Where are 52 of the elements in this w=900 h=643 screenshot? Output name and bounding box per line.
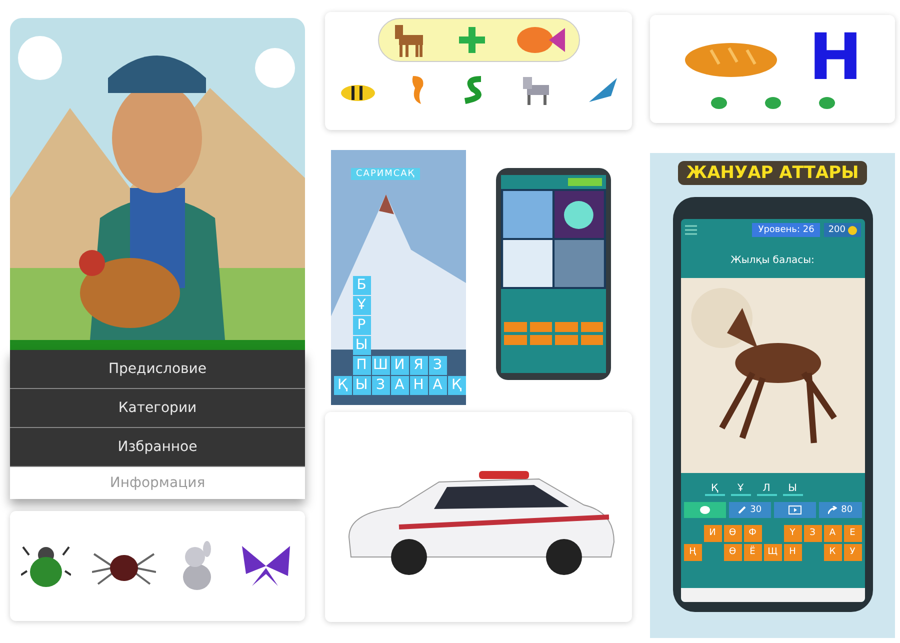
- keyboard-key[interactable]: Щ: [764, 544, 782, 561]
- keyboard-key[interactable]: А: [824, 525, 842, 542]
- arrow-icon: [828, 506, 838, 514]
- keyboard-key[interactable]: Ө: [724, 544, 742, 561]
- keyboard-key[interactable]: [530, 322, 552, 332]
- keyboard-key[interactable]: [580, 322, 603, 332]
- menu-item[interactable]: Избранное: [10, 428, 305, 467]
- keyboard-key[interactable]: Ң: [684, 544, 702, 561]
- chat-button[interactable]: [684, 502, 726, 518]
- keyboard-key[interactable]: Е: [844, 525, 862, 542]
- keyboard-key[interactable]: Н: [784, 544, 802, 561]
- answer-slot: Ұ: [730, 483, 750, 496]
- keyboard-key[interactable]: З: [804, 525, 822, 542]
- answer-button[interactable]: [764, 97, 780, 109]
- skip-button[interactable]: 80: [819, 502, 862, 518]
- keyboard-key[interactable]: [530, 335, 552, 345]
- keyboard-key[interactable]: [504, 322, 526, 332]
- keyboard-key[interactable]: [580, 335, 603, 345]
- clue-word: САРИМСАҚ: [351, 168, 420, 180]
- video-button[interactable]: [774, 502, 816, 518]
- answer-slot: Қ: [704, 483, 724, 496]
- plus-icon: [456, 25, 486, 55]
- keyboard-key[interactable]: Ф: [744, 525, 762, 542]
- menu-icon[interactable]: [684, 225, 696, 235]
- keyboard-key[interactable]: Ү: [784, 525, 802, 542]
- keyboard-key[interactable]: У: [844, 544, 862, 561]
- keyboard-key[interactable]: Ө: [724, 525, 742, 542]
- keyboard-key[interactable]: [555, 322, 578, 332]
- menu-item[interactable]: Категории: [10, 389, 305, 428]
- answer-slot: Ы: [782, 483, 802, 496]
- answer-button[interactable]: [710, 97, 726, 109]
- coin-counter: 200: [824, 223, 860, 237]
- tv-icon: [788, 505, 802, 515]
- app-title: ЖАНУАР АТТАРЫ: [678, 161, 867, 185]
- keyboard-key[interactable]: И: [704, 525, 722, 542]
- level-badge: Уровень: 26: [752, 223, 820, 237]
- answer-slot: Л: [756, 483, 776, 496]
- keyboard-key[interactable]: [555, 335, 578, 345]
- coin-icon: [848, 226, 856, 234]
- chat-icon: [700, 506, 710, 514]
- fish-icon: [514, 24, 564, 56]
- menu-item[interactable]: Информация: [10, 467, 305, 499]
- menu-item[interactable]: Предисловие: [10, 350, 305, 389]
- level-badge: [568, 178, 602, 186]
- keyboard-key[interactable]: [504, 335, 526, 345]
- keyboard-key[interactable]: Ё: [744, 544, 762, 561]
- hint-button[interactable]: 30: [728, 502, 771, 518]
- keyboard-key[interactable]: К: [824, 544, 842, 561]
- brush-icon: [738, 506, 746, 514]
- question-text: Жылқы баласы:: [730, 255, 816, 266]
- letter: Н: [808, 23, 862, 93]
- answer-button[interactable]: [818, 97, 834, 109]
